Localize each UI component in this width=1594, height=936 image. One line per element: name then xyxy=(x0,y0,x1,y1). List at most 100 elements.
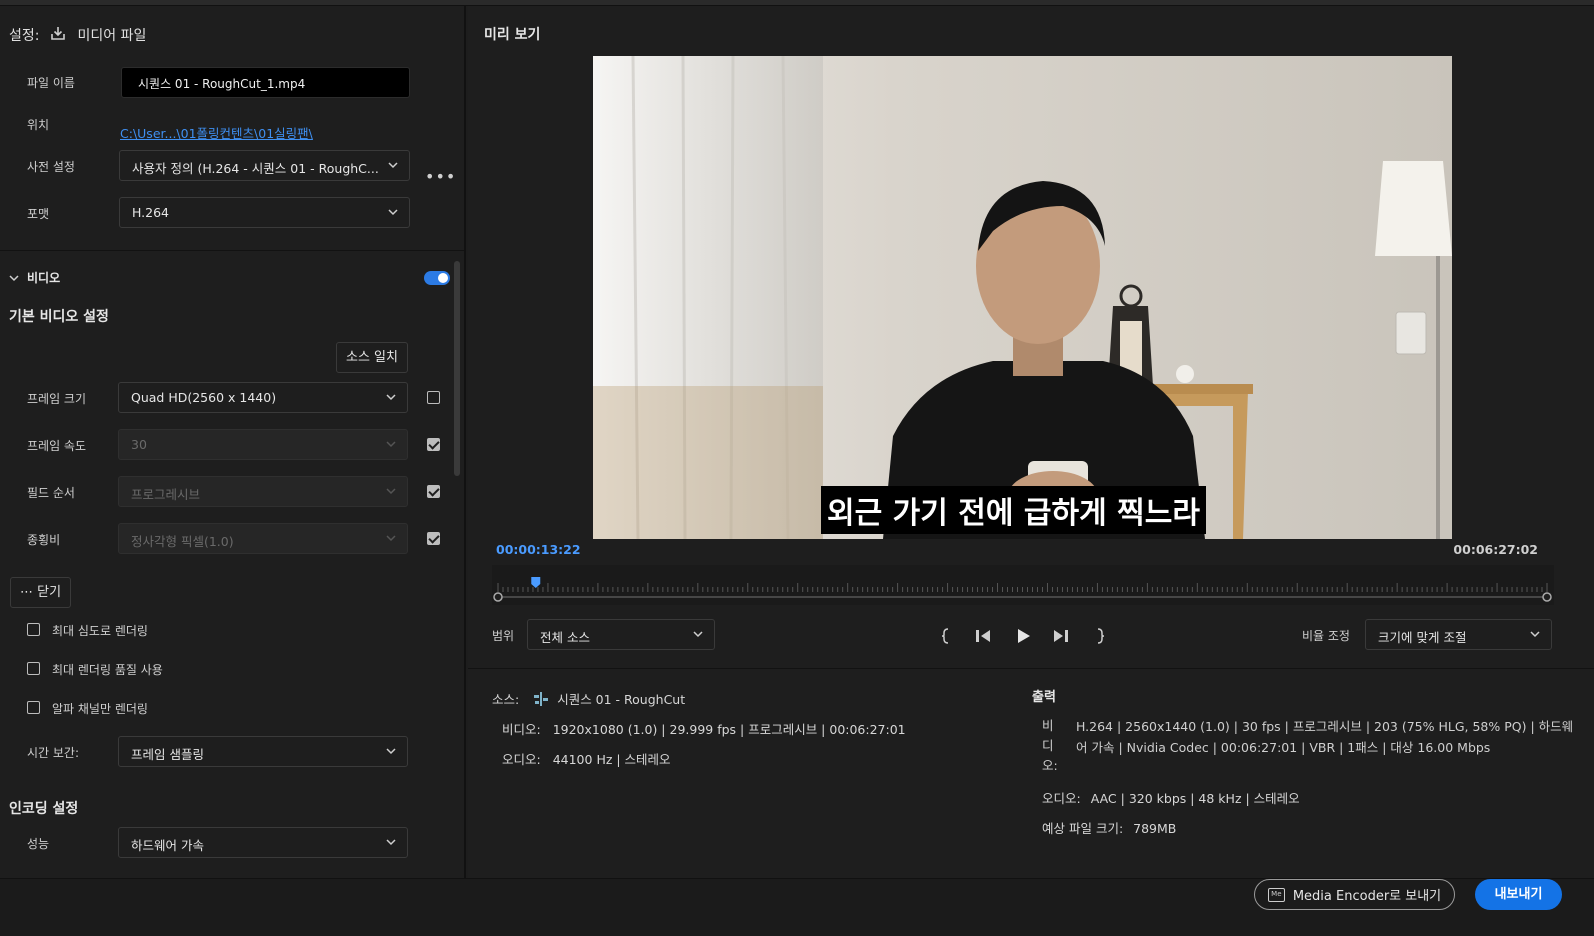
duration-timecode: 00:06:27:02 xyxy=(1453,542,1538,557)
aspect-value: 정사각형 픽셀(1.0) xyxy=(131,534,234,549)
source-audio-label: 오디오: xyxy=(502,752,541,767)
source-audio-row: 오디오: 44100 Hz | 스테레오 xyxy=(502,749,671,768)
settings-label: 설정: xyxy=(9,28,40,44)
chevron-down-icon xyxy=(9,274,19,281)
time-interp-dropdown[interactable]: 프레임 샘플링 xyxy=(118,736,408,767)
output-audio-row: 오디오: AAC | 320 kbps | 48 kHz | 스테레오 xyxy=(1042,788,1300,807)
max-depth-checkbox[interactable] xyxy=(27,623,40,636)
settings-header: 설정: 미디어 파일 xyxy=(9,24,146,46)
output-audio-label: 오디오: xyxy=(1042,791,1081,806)
source-video-value: 1920x1080 (1.0) | 29.999 fps | 프로그레시브 | … xyxy=(552,722,906,737)
step-back-icon[interactable] xyxy=(973,626,993,646)
more-options-icon[interactable]: ••• xyxy=(425,167,456,186)
play-icon[interactable] xyxy=(1013,626,1033,646)
sequence-icon xyxy=(534,692,549,706)
location-link[interactable]: C:\User...\01폴링컨텐츠\01실링팬\ xyxy=(120,123,313,142)
format-dropdown[interactable]: H.264 xyxy=(119,197,410,228)
out-point-handle[interactable] xyxy=(1542,592,1552,602)
frame-size-dropdown[interactable]: Quad HD(2560 x 1440) xyxy=(118,382,408,413)
time-interp-value: 프레임 샘플링 xyxy=(131,747,204,762)
performance-dropdown[interactable]: 하드웨어 가속 xyxy=(118,827,408,858)
current-timecode[interactable]: 00:00:13:22 xyxy=(496,542,581,557)
output-title: 출력 xyxy=(1032,690,1056,705)
scale-dropdown[interactable]: 크기에 맞게 조절 xyxy=(1365,619,1552,650)
chevron-down-icon xyxy=(1530,631,1540,638)
preset-dropdown[interactable]: 사용자 정의 (H.264 - 시퀀스 01 - RoughC... xyxy=(119,150,410,181)
export-button[interactable]: 내보내기 xyxy=(1475,879,1562,910)
source-label: 소스: xyxy=(492,692,520,707)
output-video-label-3: 오: xyxy=(1042,758,1058,773)
video-subtitle: 외근 가기 전에 급하게 찍느라 xyxy=(821,486,1206,534)
video-section-header[interactable]: 비디오 xyxy=(9,269,60,286)
ellipsis-icon: ⋯ xyxy=(19,585,33,600)
settings-panel: 설정: 미디어 파일 파일 이름 시퀀스 01 - RoughCut_1.mp4… xyxy=(0,6,466,878)
field-order-checkbox[interactable] xyxy=(427,485,440,498)
max-quality-label: 최대 렌더링 품질 사용 xyxy=(52,663,163,677)
source-name: 시퀀스 01 - RoughCut xyxy=(557,692,686,707)
output-size-value: 789MB xyxy=(1133,821,1177,836)
frame-rate-value: 30 xyxy=(131,437,147,452)
match-source-button[interactable]: 소스 일치 xyxy=(336,342,408,373)
timeline-ruler[interactable] xyxy=(492,565,1554,605)
close-label: 닫기 xyxy=(37,585,62,600)
performance-label: 성능 xyxy=(27,837,50,851)
field-order-value: 프로그레시브 xyxy=(131,487,201,502)
output-size-label: 예상 파일 크기: xyxy=(1042,821,1124,836)
field-order-label: 필드 순서 xyxy=(27,486,75,500)
mark-in-icon[interactable] xyxy=(936,626,956,646)
mark-out-icon[interactable] xyxy=(1090,626,1110,646)
close-more-button[interactable]: ⋯ 닫기 xyxy=(10,577,71,608)
timeline-ruler-svg xyxy=(492,565,1554,605)
media-file-label: 미디어 파일 xyxy=(77,28,147,44)
performance-value: 하드웨어 가속 xyxy=(131,838,204,853)
output-video-label: 비 디 오: xyxy=(1042,716,1058,776)
chevron-down-icon xyxy=(386,441,396,448)
download-icon[interactable] xyxy=(49,24,67,46)
field-order-dropdown[interactable]: 프로그레시브 xyxy=(118,476,408,507)
max-quality-checkbox[interactable] xyxy=(27,662,40,675)
chevron-down-icon xyxy=(386,839,396,846)
output-video-label-2: 디 xyxy=(1042,738,1054,753)
divider xyxy=(468,668,1594,669)
step-forward-icon[interactable] xyxy=(1051,626,1071,646)
aspect-checkbox[interactable] xyxy=(427,532,440,545)
max-depth-label: 최대 심도로 렌더링 xyxy=(52,624,148,638)
aspect-dropdown[interactable]: 정사각형 픽셀(1.0) xyxy=(118,523,408,554)
send-to-media-encoder-button[interactable]: Me Media Encoder로 보내기 xyxy=(1254,879,1455,910)
preset-label: 사전 설정 xyxy=(27,160,75,174)
output-video-line1: H.264 | 2560x1440 (1.0) | 30 fps | 프로그레시… xyxy=(1076,719,1574,734)
range-dropdown[interactable]: 전체 소스 xyxy=(527,619,715,650)
settings-scrollbar[interactable] xyxy=(454,261,460,476)
output-audio-value: AAC | 320 kbps | 48 kHz | 스테레오 xyxy=(1090,791,1300,806)
chevron-down-icon xyxy=(693,631,703,638)
chevron-down-icon xyxy=(386,748,396,755)
preview-panel: 미리 보기 외근 가기 전에 급하게 찍느라 00:00:13:22 00:06… xyxy=(468,6,1594,878)
frame-rate-dropdown[interactable]: 30 xyxy=(118,429,408,460)
output-video-line2: 어 가속 | Nvidia Codec | 00:06:27:01 | VBR … xyxy=(1076,740,1491,755)
alpha-only-checkbox[interactable] xyxy=(27,701,40,714)
in-point-handle[interactable] xyxy=(493,592,503,602)
divider xyxy=(0,250,464,251)
chevron-down-icon xyxy=(386,488,396,495)
range-label: 범위 xyxy=(492,629,515,643)
file-name-label: 파일 이름 xyxy=(27,76,75,90)
frame-size-checkbox[interactable] xyxy=(427,391,440,404)
frame-size-label: 프레임 크기 xyxy=(27,392,87,406)
encoding-settings-title: 인코딩 설정 xyxy=(9,801,79,817)
output-video-label-1: 비 xyxy=(1042,718,1054,733)
frame-rate-checkbox[interactable] xyxy=(427,438,440,451)
output-video-value: H.264 | 2560x1440 (1.0) | 30 fps | 프로그레시… xyxy=(1076,716,1573,758)
output-size-row: 예상 파일 크기: 789MB xyxy=(1042,818,1176,837)
chevron-down-icon xyxy=(386,535,396,542)
source-video-row: 비디오: 1920x1080 (1.0) | 29.999 fps | 프로그레… xyxy=(502,719,906,738)
aspect-label: 종횡비 xyxy=(27,533,61,547)
frame-rate-label: 프레임 속도 xyxy=(27,439,87,453)
location-label: 위치 xyxy=(27,118,50,132)
format-value: H.264 xyxy=(132,205,170,220)
chevron-down-icon xyxy=(386,394,396,401)
alpha-only-label: 알파 채널만 렌더링 xyxy=(52,702,148,716)
source-audio-value: 44100 Hz | 스테레오 xyxy=(552,752,671,767)
file-name-input[interactable]: 시퀀스 01 - RoughCut_1.mp4 xyxy=(121,67,410,98)
video-enable-toggle[interactable] xyxy=(424,271,450,285)
format-label: 포맷 xyxy=(27,207,50,221)
